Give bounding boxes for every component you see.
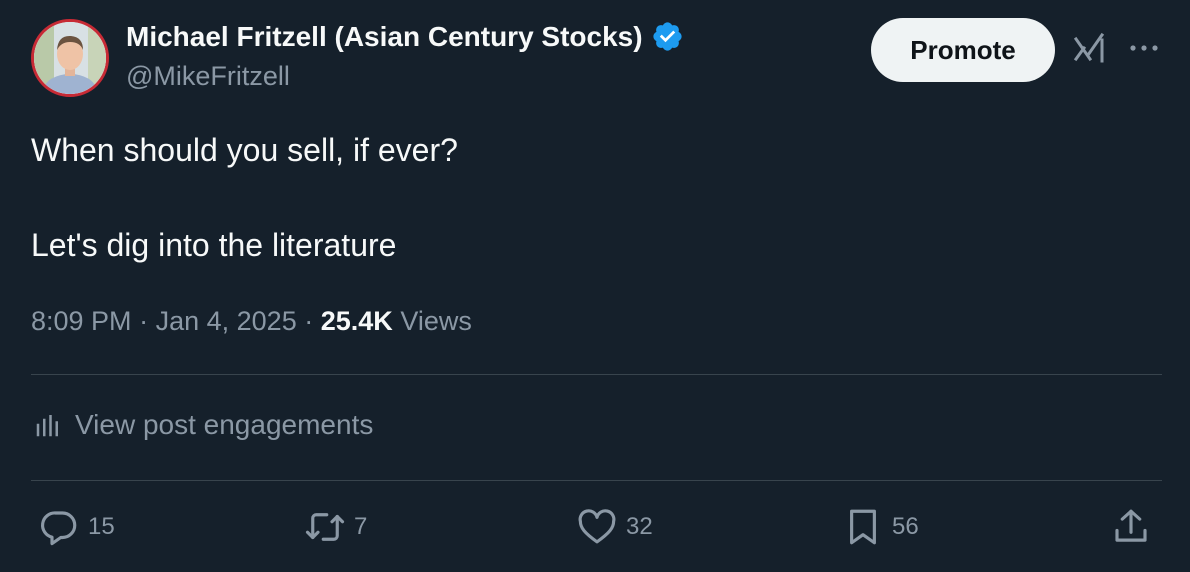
- author-display-name[interactable]: Michael Fritzell (Asian Century Stocks): [126, 20, 684, 53]
- verified-badge-icon[interactable]: [651, 20, 684, 53]
- reply-count: 15: [88, 513, 115, 540]
- repost-button[interactable]: 7: [304, 506, 367, 548]
- bookmark-icon: [850, 509, 876, 545]
- divider: [31, 374, 1162, 375]
- meta-separator: ·: [304, 306, 314, 336]
- author-name-text: Michael Fritzell (Asian Century Stocks): [126, 20, 643, 52]
- post-text-line-1: When should you sell, if ever?: [31, 132, 458, 168]
- like-count: 32: [626, 513, 653, 540]
- bar-chart-icon: [36, 415, 58, 437]
- share-button[interactable]: [1110, 506, 1152, 548]
- post-meta: 8:09 PM · Jan 4, 2025 · 25.4K Views: [31, 306, 472, 337]
- meta-separator: ·: [139, 306, 149, 336]
- promote-button[interactable]: Promote: [871, 18, 1055, 82]
- reply-button[interactable]: 15: [38, 506, 115, 548]
- post-card: Michael Fritzell (Asian Century Stocks) …: [0, 0, 1190, 572]
- view-engagements-link[interactable]: View post engagements: [33, 409, 373, 441]
- grok-icon[interactable]: [1071, 30, 1107, 66]
- share-icon: [1115, 509, 1147, 542]
- bookmark-button[interactable]: 56: [842, 506, 919, 548]
- post-text-line-2: Let's dig into the literature: [31, 227, 397, 263]
- repost-icon: [305, 513, 345, 541]
- like-button[interactable]: 32: [576, 506, 653, 548]
- post-time[interactable]: 8:09 PM: [31, 306, 132, 336]
- bookmark-count: 56: [892, 513, 919, 540]
- view-engagements-label: View post engagements: [75, 409, 374, 440]
- more-icon[interactable]: [1127, 34, 1161, 62]
- reply-icon: [41, 511, 77, 546]
- post-date[interactable]: Jan 4, 2025: [156, 306, 297, 336]
- divider: [31, 480, 1162, 481]
- heart-icon: [578, 509, 616, 544]
- author-handle[interactable]: @MikeFritzell: [126, 61, 290, 92]
- avatar-image: [34, 22, 106, 94]
- avatar[interactable]: [31, 19, 109, 97]
- views-label: Views: [400, 306, 472, 336]
- repost-count: 7: [354, 513, 368, 540]
- views-count: 25.4K: [320, 306, 393, 336]
